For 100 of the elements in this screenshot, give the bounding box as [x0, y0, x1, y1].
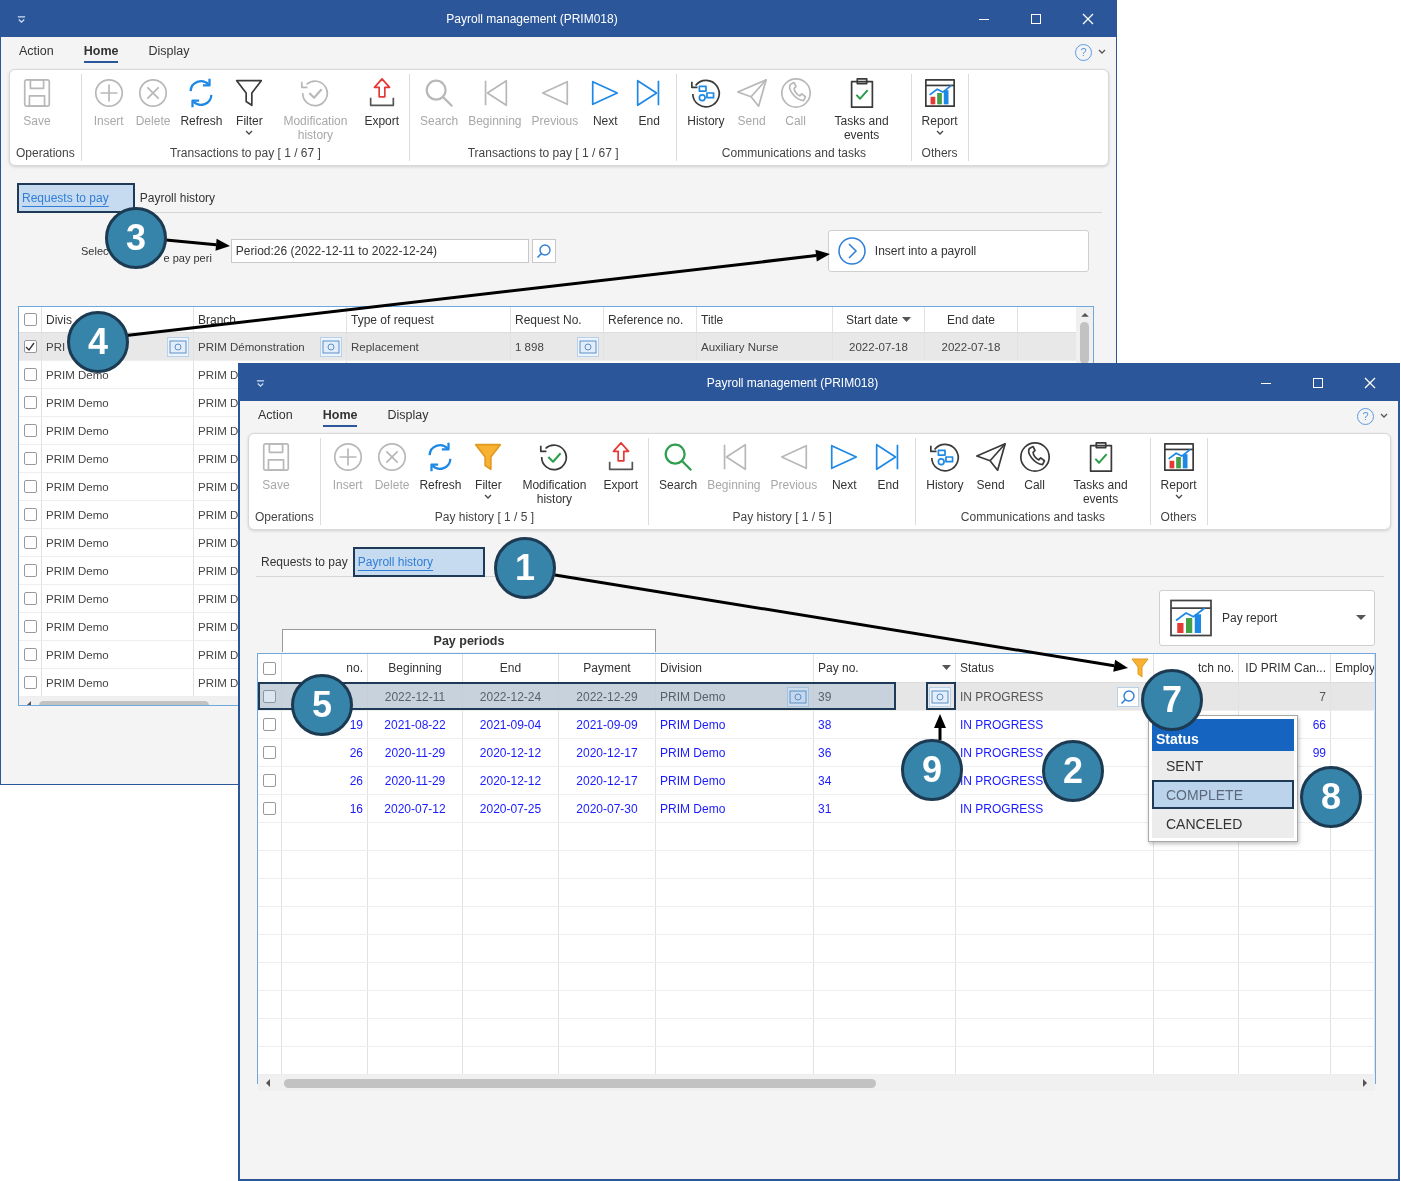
- menu-item[interactable]: COMPLETE: [1152, 780, 1294, 809]
- scroll-right-icon[interactable]: [1361, 1078, 1369, 1088]
- lookup-button[interactable]: [929, 686, 951, 707]
- table-cell: 39: [818, 689, 832, 704]
- ribbon-button[interactable]: Next: [823, 440, 866, 492]
- ribbon-button[interactable]: Tasks and events: [818, 76, 905, 142]
- ribbon-button[interactable]: Filter: [467, 440, 510, 500]
- search-button[interactable]: [1117, 686, 1139, 707]
- row-checkbox[interactable]: [263, 774, 276, 787]
- menu-item[interactable]: CANCELED: [1152, 809, 1294, 838]
- chevron-down-icon[interactable]: [1380, 413, 1388, 419]
- column-header[interactable]: Reference no.: [608, 312, 684, 327]
- ribbon-button[interactable]: Report: [1156, 440, 1201, 500]
- column-header[interactable]: Type of request: [351, 312, 434, 327]
- menu-tab[interactable]: Action: [258, 405, 293, 427]
- window-menu-icon[interactable]: [17, 14, 26, 24]
- column-header[interactable]: no.: [346, 661, 363, 675]
- column-header[interactable]: Payment: [583, 661, 631, 675]
- maximize-icon[interactable]: [1030, 13, 1042, 25]
- ribbon-button[interactable]: Next: [584, 76, 627, 128]
- column-header[interactable]: End: [499, 661, 522, 675]
- column-header[interactable]: Beginning: [388, 661, 442, 675]
- pay-report-button[interactable]: Pay report: [1159, 590, 1375, 646]
- insert-button[interactable]: Insert into a payroll: [827, 230, 1089, 272]
- ribbon-button[interactable]: Report: [917, 76, 962, 136]
- table-cell: 26: [349, 745, 363, 760]
- scrollbar-thumb[interactable]: [1080, 321, 1089, 364]
- table-cell: PRIM Demo: [46, 480, 109, 493]
- row-checkbox[interactable]: [23, 676, 37, 689]
- search-icon: [1120, 688, 1136, 705]
- column-header[interactable]: Pay no.: [818, 661, 859, 675]
- table-cell: 2021-08-22: [384, 717, 446, 732]
- row-checkbox[interactable]: [23, 480, 37, 493]
- column-header[interactable]: Request No.: [515, 312, 582, 327]
- ribbon-button[interactable]: Refresh: [415, 440, 466, 492]
- column-header[interactable]: Title: [701, 312, 724, 327]
- menu-tab[interactable]: Display: [387, 405, 429, 427]
- row-checkbox[interactable]: [23, 620, 37, 633]
- column-header[interactable]: End date: [946, 312, 995, 327]
- ribbon-button[interactable]: Refresh: [176, 76, 227, 128]
- row-checkbox[interactable]: [23, 396, 37, 409]
- menu-item[interactable]: SENT: [1152, 751, 1294, 780]
- caret-down-icon: [942, 665, 951, 671]
- row-checkbox[interactable]: [23, 592, 37, 605]
- close-icon[interactable]: [1364, 377, 1376, 389]
- row-checkbox[interactable]: [263, 802, 276, 815]
- lookup-button[interactable]: [167, 336, 189, 357]
- row-checkbox[interactable]: [23, 564, 37, 577]
- ribbon-button[interactable]: Tasks and events: [1057, 440, 1144, 506]
- filter-icon[interactable]: [1131, 658, 1149, 678]
- menu-tab[interactable]: Home: [322, 405, 358, 427]
- row-checkbox[interactable]: [263, 718, 276, 731]
- ribbon-button[interactable]: Search: [655, 440, 702, 492]
- period-field[interactable]: Period:26 (2022-12-11 to 2022-12-24): [230, 239, 529, 263]
- select-all-checkbox[interactable]: [263, 661, 276, 675]
- table-cell: 66: [1312, 717, 1326, 732]
- ribbon-button[interactable]: History: [683, 76, 729, 128]
- scrollbar-thumb[interactable]: [284, 1078, 876, 1088]
- column-header[interactable]: Division: [660, 661, 702, 675]
- row-checkbox[interactable]: [23, 508, 37, 521]
- column-header[interactable]: ID PRIM Can...: [1245, 661, 1326, 675]
- lookup-button[interactable]: [577, 336, 599, 357]
- column-header[interactable]: Status: [960, 661, 995, 675]
- row-checkbox[interactable]: [23, 340, 37, 353]
- ribbon-button[interactable]: End: [867, 440, 910, 492]
- ribbon-button[interactable]: Export: [599, 440, 643, 492]
- row-checkbox[interactable]: [263, 746, 276, 759]
- menu-tab[interactable]: Display: [148, 41, 190, 63]
- row-checkbox[interactable]: [23, 368, 37, 381]
- ribbon-button[interactable]: Filter: [228, 76, 271, 136]
- ribbon-button[interactable]: End: [628, 76, 671, 128]
- ribbon-button[interactable]: Modification history: [511, 440, 598, 506]
- table-cell: 2020-12-17: [576, 773, 638, 788]
- ribbon-button[interactable]: History: [922, 440, 968, 492]
- vertical-scrollbar[interactable]: [1076, 307, 1093, 364]
- menu-tab[interactable]: Home: [83, 41, 119, 63]
- row-checkbox[interactable]: [263, 690, 276, 703]
- row-checkbox[interactable]: [23, 648, 37, 661]
- table-cell: PRIM Demo: [660, 717, 726, 732]
- ribbon-button[interactable]: Call: [1013, 440, 1056, 492]
- row-checkbox[interactable]: [23, 424, 37, 437]
- select-all-checkbox[interactable]: [23, 313, 37, 326]
- close-icon[interactable]: [1082, 13, 1094, 25]
- ribbon-button[interactable]: Send: [969, 440, 1012, 492]
- menu-tab[interactable]: Action: [19, 41, 54, 63]
- tab[interactable]: Requests to pay: [256, 547, 353, 577]
- chevron-down-icon[interactable]: [1098, 49, 1106, 55]
- search-button[interactable]: [531, 239, 556, 263]
- scroll-left-icon[interactable]: [264, 1078, 272, 1088]
- window-menu-icon[interactable]: [256, 378, 265, 388]
- ribbon-button[interactable]: Export: [360, 76, 404, 128]
- row-checkbox[interactable]: [23, 536, 37, 549]
- column-header[interactable]: Start date: [846, 312, 898, 327]
- row-checkbox[interactable]: [23, 452, 37, 465]
- maximize-icon[interactable]: [1312, 377, 1324, 389]
- horizontal-scrollbar[interactable]: [258, 1075, 1375, 1091]
- tab[interactable]: Payroll history: [134, 183, 221, 213]
- scroll-up-icon[interactable]: [1079, 311, 1090, 319]
- lookup-button[interactable]: [320, 336, 342, 357]
- lookup-button[interactable]: [787, 686, 809, 707]
